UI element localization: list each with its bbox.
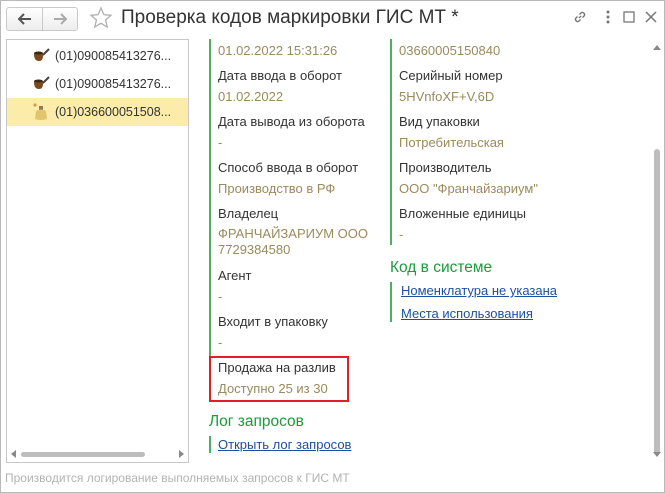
registration-date-value: 01.02.2022 15:31:26 <box>218 43 338 58</box>
perfume-icon <box>31 102 51 122</box>
scrollbar-thumb[interactable] <box>654 149 660 455</box>
scrollbar-thumb[interactable] <box>21 452 145 457</box>
field-value: 01.02.2022 <box>218 89 284 104</box>
pipe-icon <box>31 74 51 94</box>
list-item-selected[interactable]: (01)036600051508... <box>7 98 188 126</box>
close-icon[interactable] <box>640 6 662 28</box>
more-menu-icon[interactable] <box>597 6 619 28</box>
list-item[interactable]: (01)090085413276... <box>7 70 188 98</box>
field-value: - <box>218 135 223 150</box>
section-divider <box>390 282 392 322</box>
gtin-value: 03660005150840 <box>399 43 501 58</box>
column-divider <box>209 39 211 393</box>
field-value: - <box>218 289 223 304</box>
field-label: Вложенные единицы <box>399 206 526 221</box>
owner-name-value: ФРАНЧАЙЗАРИУМ ООО <box>218 226 368 241</box>
horizontal-scrollbar[interactable] <box>7 446 188 462</box>
main-window: Проверка кодов маркировки ГИС МТ * (01)0… <box>0 0 665 493</box>
maximize-icon[interactable] <box>618 6 640 28</box>
code-section-title: Код в системе <box>390 259 493 276</box>
codes-list[interactable]: (01)090085413276... (01)090085413276... … <box>6 39 189 463</box>
field-label: Дата ввода в оборот <box>218 68 342 83</box>
window-header: Проверка кодов маркировки ГИС МТ * <box>1 1 664 37</box>
navigation-buttons <box>6 7 78 31</box>
field-value: 5HVnfoXF+V,6D <box>399 89 495 104</box>
window-title: Проверка кодов маркировки ГИС МТ * <box>121 7 459 28</box>
forward-button[interactable] <box>42 8 77 30</box>
details-panel: 01.02.2022 15:31:26 Дата ввода в оборот … <box>196 39 650 463</box>
field-label: Способ ввода в оборот <box>218 160 359 175</box>
nomenclature-link[interactable]: Номенклатура не указана <box>401 283 557 298</box>
list-item-label: (01)090085413276... <box>55 77 172 91</box>
arrow-right-icon <box>54 13 67 25</box>
field-label: Входит в упаковку <box>218 314 328 329</box>
back-button[interactable] <box>7 8 42 30</box>
open-log-link[interactable]: Открыть лог запросов <box>218 437 351 452</box>
scroll-down-icon[interactable] <box>653 452 661 457</box>
field-value: - <box>399 227 404 242</box>
log-section-title: Лог запросов <box>209 413 304 430</box>
section-divider <box>209 436 211 453</box>
link-icon[interactable] <box>569 6 591 28</box>
field-label: Владелец <box>218 206 279 221</box>
list-item-label: (01)090085413276... <box>55 49 172 63</box>
field-label: Дата вывода из оборота <box>218 114 365 129</box>
field-value: ООО "Франчайзариум" <box>399 181 538 196</box>
scroll-left-icon[interactable] <box>11 450 16 458</box>
field-label: Агент <box>218 268 252 283</box>
favorite-star-icon[interactable] <box>89 6 113 30</box>
field-label: Серийный номер <box>399 68 503 83</box>
scroll-right-icon[interactable] <box>179 450 184 458</box>
scroll-up-icon[interactable] <box>653 45 661 50</box>
field-label: Вид упаковки <box>399 114 480 129</box>
usage-places-link[interactable]: Места использования <box>401 306 533 321</box>
field-value: Производство в РФ <box>218 181 336 196</box>
owner-inn-value: 7729384580 <box>218 242 291 257</box>
field-label: Производитель <box>399 160 492 175</box>
status-bar: Производится логирование выполняемых зап… <box>5 471 350 485</box>
field-value: - <box>218 335 223 350</box>
vertical-scrollbar[interactable] <box>652 39 663 463</box>
list-item-label: (01)036600051508... <box>55 105 172 119</box>
field-value: Потребительская <box>399 135 504 150</box>
list-item[interactable]: (01)090085413276... <box>7 42 188 70</box>
highlight-frame <box>209 356 349 402</box>
column-divider <box>390 39 392 245</box>
arrow-left-icon <box>17 13 31 25</box>
pipe-icon <box>31 46 51 66</box>
